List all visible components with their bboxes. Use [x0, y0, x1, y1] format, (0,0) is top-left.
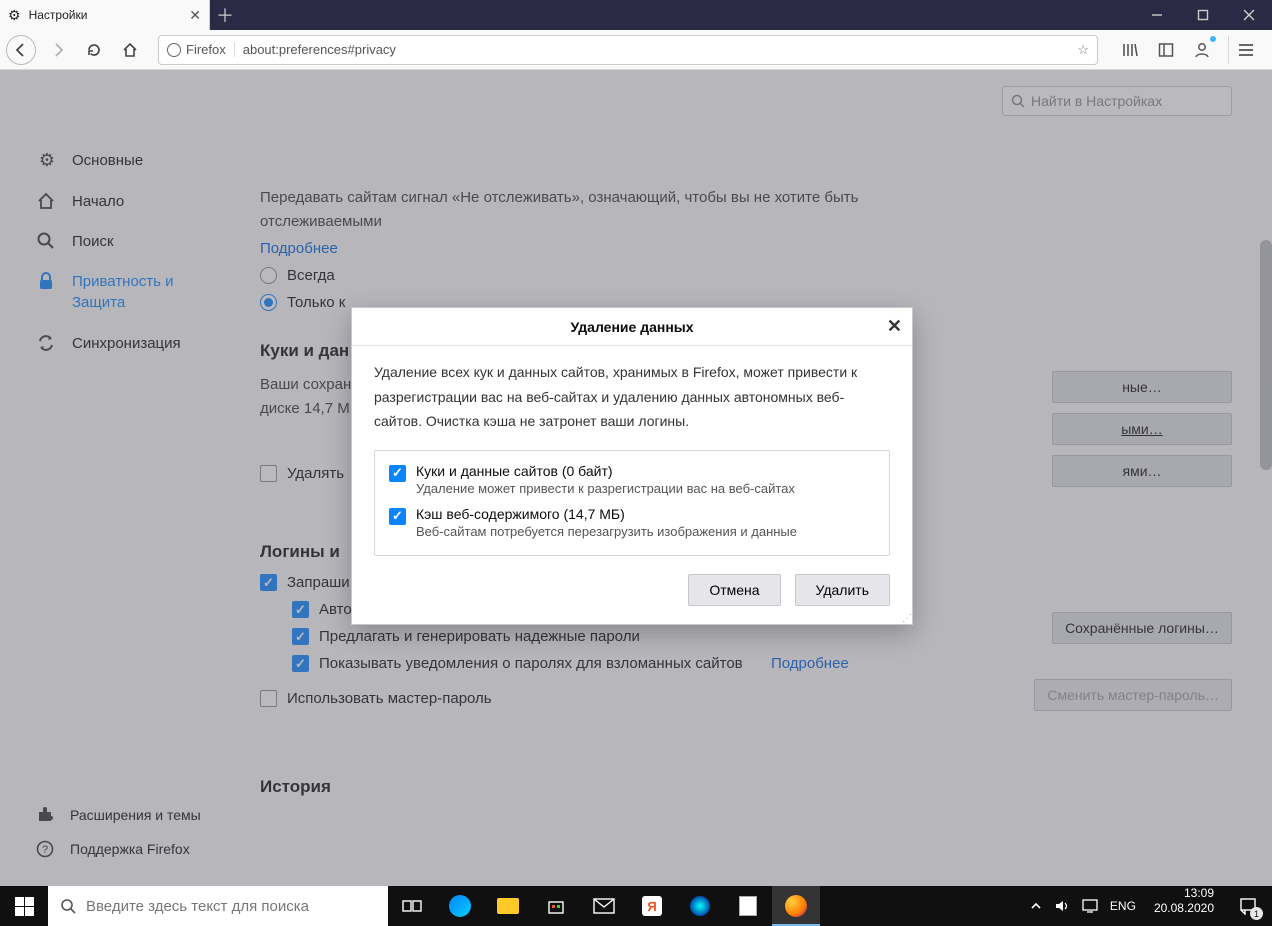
- tray-lang-label[interactable]: ENG: [1110, 899, 1136, 913]
- start-button[interactable]: [0, 886, 48, 926]
- resize-grip-icon[interactable]: ⋰: [902, 616, 910, 622]
- store-app-icon[interactable]: [532, 886, 580, 926]
- tray-chevron-icon[interactable]: [1030, 900, 1042, 912]
- yandex-app-icon[interactable]: Я: [628, 886, 676, 926]
- clear-cache-checkbox[interactable]: Кэш веб-содержимого (14,7 МБ) Веб-сайтам…: [389, 506, 875, 539]
- notepad-app-icon[interactable]: [724, 886, 772, 926]
- url-toolbar: Firefox about:preferences#privacy ☆: [0, 30, 1272, 70]
- window-close-button[interactable]: [1226, 0, 1272, 30]
- account-icon[interactable]: [1188, 36, 1216, 64]
- window-minimize-button[interactable]: [1134, 0, 1180, 30]
- gear-icon: ⚙: [8, 7, 21, 24]
- option-label: Кэш веб-содержимого (14,7 МБ): [416, 506, 797, 522]
- dialog-header: Удаление данных ✕: [352, 308, 912, 346]
- action-center-button[interactable]: 1: [1224, 886, 1272, 926]
- checkbox-icon: [389, 508, 406, 525]
- browser-tab-settings[interactable]: ⚙ Настройки ✕: [0, 0, 210, 30]
- firefox-icon: [167, 43, 181, 57]
- tab-title: Настройки: [29, 8, 182, 22]
- clear-cookies-checkbox[interactable]: Куки и данные сайтов (0 байт) Удаление м…: [389, 463, 875, 496]
- taskbar-clock[interactable]: 13:09 20.08.2020: [1144, 886, 1224, 926]
- titlebar: ⚙ Настройки ✕ ＋: [0, 0, 1272, 30]
- notification-badge: 1: [1250, 907, 1263, 920]
- clear-data-dialog: Удаление данных ✕ Удаление всех кук и да…: [351, 307, 913, 625]
- nav-forward-button[interactable]: [44, 36, 72, 64]
- sidebar-toggle-icon[interactable]: [1152, 36, 1180, 64]
- dialog-cancel-button[interactable]: Отмена: [688, 574, 780, 606]
- windows-logo-icon: [15, 897, 34, 916]
- option-sublabel: Удаление может привести к разрегистрации…: [416, 481, 795, 496]
- 365-app-icon[interactable]: [676, 886, 724, 926]
- identity-box[interactable]: Firefox: [167, 42, 235, 57]
- home-button[interactable]: [116, 36, 144, 64]
- taskbar-search-placeholder: Введите здесь текст для поиска: [86, 898, 309, 915]
- search-icon: [60, 898, 76, 914]
- new-tab-button[interactable]: ＋: [210, 0, 240, 30]
- explorer-app-icon[interactable]: [484, 886, 532, 926]
- url-bar[interactable]: Firefox about:preferences#privacy ☆: [158, 35, 1098, 65]
- option-label: Куки и данные сайтов (0 байт): [416, 463, 795, 479]
- library-icon[interactable]: [1116, 36, 1144, 64]
- dialog-description: Удаление всех кук и данных сайтов, храни…: [352, 346, 912, 440]
- dialog-title: Удаление данных: [570, 319, 693, 335]
- bookmark-star-icon[interactable]: ☆: [1077, 42, 1089, 58]
- preferences-page: ⚙ Основные Начало Поиск Приватность и За…: [0, 70, 1272, 886]
- firefox-app-icon[interactable]: [772, 886, 820, 926]
- dialog-options: Куки и данные сайтов (0 байт) Удаление м…: [374, 450, 890, 556]
- reload-button[interactable]: [80, 36, 108, 64]
- clock-time: 13:09: [1154, 886, 1214, 901]
- checkbox-icon: [389, 465, 406, 482]
- nav-back-button[interactable]: [6, 35, 36, 65]
- window-maximize-button[interactable]: [1180, 0, 1226, 30]
- dialog-close-button[interactable]: ✕: [887, 316, 902, 337]
- option-sublabel: Веб-сайтам потребуется перезагрузить изо…: [416, 524, 797, 539]
- edge-app-icon[interactable]: [436, 886, 484, 926]
- taskbar-search-input[interactable]: Введите здесь текст для поиска: [48, 886, 388, 926]
- close-tab-icon[interactable]: ✕: [189, 7, 201, 24]
- url-text: about:preferences#privacy: [243, 42, 1070, 57]
- tray-volume-icon[interactable]: [1054, 898, 1070, 914]
- tray-network-icon[interactable]: [1082, 899, 1098, 913]
- dialog-clear-button[interactable]: Удалить: [795, 574, 890, 606]
- app-menu-button[interactable]: [1228, 36, 1262, 64]
- mail-app-icon[interactable]: [580, 886, 628, 926]
- taskbar-pinned-apps: Я: [388, 886, 820, 926]
- system-tray[interactable]: ENG: [1022, 886, 1144, 926]
- clock-date: 20.08.2020: [1154, 901, 1214, 916]
- task-view-button[interactable]: [388, 886, 436, 926]
- windows-taskbar: Введите здесь текст для поиска Я ENG 13:…: [0, 886, 1272, 926]
- identity-label: Firefox: [186, 42, 226, 57]
